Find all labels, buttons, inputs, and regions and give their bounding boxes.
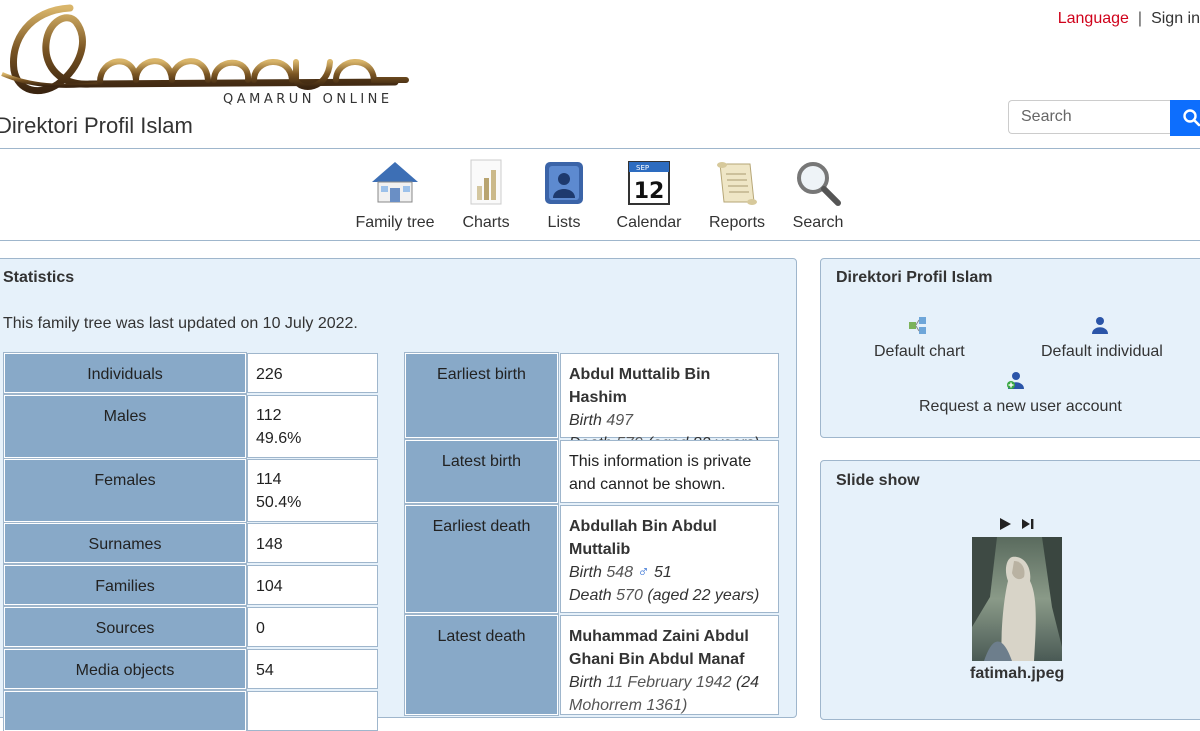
menu-label: Calendar	[616, 214, 682, 231]
last-updated-text: This family tree was last updated on 10 …	[3, 315, 358, 332]
person-link[interactable]: Muhammad Zaini Abdul	[569, 628, 749, 645]
age-at-event: 51	[653, 564, 672, 581]
private-text: This information is private	[569, 453, 752, 470]
stat-value-females: 114 50.4%	[247, 459, 378, 522]
stat-label-sources: Sources	[3, 606, 247, 648]
stat-value[interactable]: 0	[256, 620, 265, 637]
menu-label: Lists	[547, 214, 581, 231]
fact-label-earliest-death: Earliest death	[404, 504, 559, 614]
stat-label-overflow	[3, 690, 247, 731]
chart-small-icon[interactable]	[908, 316, 928, 341]
site-logo[interactable]: QAMARUN ONLINE	[0, 0, 420, 110]
play-icon[interactable]	[998, 517, 1012, 536]
stat-label-families: Families	[3, 564, 247, 606]
age-text: (24	[735, 674, 760, 691]
stat-percent: 50.4%	[256, 494, 302, 511]
slideshow-caption[interactable]: fatimah.jpeg	[970, 665, 1064, 683]
menu-label: Charts	[462, 214, 510, 231]
stat-value-individuals: 226	[247, 353, 378, 393]
menu-family-tree[interactable]: Family tree	[353, 158, 437, 232]
menu-charts[interactable]: Charts	[456, 158, 516, 232]
site-title[interactable]: Direktori Profil Islam	[0, 113, 193, 139]
stat-label-males: Males	[3, 394, 247, 459]
event-date[interactable]: 11 February 1942	[606, 674, 731, 691]
event-date[interactable]: 548	[606, 564, 633, 581]
male-icon: ♂	[637, 564, 650, 581]
magnifier-icon	[793, 158, 843, 208]
default-chart-link[interactable]: Default chart	[874, 343, 965, 361]
stat-value: 226	[256, 366, 283, 383]
fact-label-latest-death: Latest death	[404, 614, 559, 716]
event-label: Death	[569, 587, 612, 604]
event-label: Birth	[569, 412, 602, 429]
stat-value-males: 112 49.6%	[247, 395, 378, 458]
add-user-icon[interactable]	[1006, 370, 1026, 395]
default-individual-link[interactable]: Default individual	[1041, 343, 1163, 361]
lists-icon	[539, 158, 589, 208]
event-date[interactable]: 570	[616, 587, 643, 604]
logo-subtitle: QAMARUN ONLINE	[223, 92, 393, 107]
person-link[interactable]: Muttalib	[569, 541, 630, 558]
event-date[interactable]: 497	[606, 412, 633, 429]
menu-label: Search	[792, 214, 844, 231]
statistics-title: Statistics	[3, 269, 75, 286]
fact-label-latest-birth: Latest birth	[404, 439, 559, 504]
stat-value[interactable]: 54	[256, 662, 274, 679]
stat-value-families[interactable]: 104	[247, 565, 378, 605]
search-button[interactable]	[1170, 100, 1200, 136]
stat-value-surnames[interactable]: 148	[247, 523, 378, 563]
calendar-day: 12	[634, 179, 665, 204]
stat-value[interactable]: 104	[256, 578, 283, 595]
fact-earliest-death: Abdullah Bin Abdul Muttalib Birth 548 ♂ …	[560, 505, 779, 613]
fact-label-earliest-birth: Earliest birth	[404, 352, 559, 439]
fact-earliest-birth: Abdul Muttalib Bin Hashim Birth 497 Deat…	[560, 353, 779, 452]
private-text: and cannot be shown.	[569, 476, 726, 493]
site-panel-title: Direktori Profil Islam	[836, 269, 993, 286]
stat-value: 112	[256, 407, 282, 424]
header-links: Language | Sign in	[1058, 10, 1200, 28]
calendar-month: SEP	[636, 164, 649, 172]
person-link[interactable]: Ghani Bin Abdul Manaf	[569, 651, 744, 668]
stat-value-media[interactable]: 54	[247, 649, 378, 689]
chart-icon	[461, 158, 511, 208]
sign-in-link[interactable]: Sign in	[1151, 10, 1200, 27]
menu-label: Reports	[708, 214, 766, 231]
request-account-link[interactable]: Request a new user account	[919, 398, 1122, 416]
stat-value: 114	[256, 471, 282, 488]
header-divider	[0, 148, 1200, 149]
next-icon[interactable]	[1021, 517, 1035, 536]
stat-value-sources[interactable]: 0	[247, 607, 378, 647]
stat-label-media: Media objects	[3, 648, 247, 690]
person-icon[interactable]	[1090, 315, 1110, 340]
menu-search[interactable]: Search	[788, 158, 848, 232]
menu-divider	[0, 240, 1200, 241]
event-label: Birth	[569, 564, 602, 581]
event-label: Birth	[569, 674, 602, 691]
calendar-icon: SEP 12	[624, 158, 674, 208]
search-icon	[1183, 109, 1200, 127]
menu-label: Family tree	[355, 214, 435, 231]
language-menu[interactable]: Language	[1058, 10, 1129, 27]
stat-value-overflow	[247, 691, 378, 731]
person-link[interactable]: Abdul Muttalib Bin Hashim	[569, 366, 710, 406]
stat-label-females: Females	[3, 458, 247, 523]
fact-latest-death: Muhammad Zaini Abdul Ghani Bin Abdul Man…	[560, 615, 779, 715]
menu-calendar[interactable]: SEP 12 Calendar	[612, 158, 686, 232]
person-link[interactable]: Abdullah Bin Abdul	[569, 518, 717, 535]
stat-label-individuals: Individuals	[3, 352, 247, 394]
header-separator: |	[1137, 10, 1143, 27]
menu-reports[interactable]: Reports	[704, 158, 770, 232]
search-input[interactable]	[1008, 100, 1170, 134]
slideshow-title: Slide show	[836, 472, 920, 489]
stat-percent: 49.6%	[256, 430, 302, 447]
slideshow-image[interactable]	[972, 537, 1062, 661]
house-icon	[370, 158, 420, 208]
scroll-icon	[712, 158, 762, 208]
fact-latest-birth: This information is private and cannot b…	[560, 440, 779, 503]
menu-lists[interactable]: Lists	[534, 158, 594, 232]
stat-label-surnames: Surnames	[3, 522, 247, 564]
stat-value[interactable]: 148	[256, 536, 283, 553]
age-text: (aged 22 years)	[647, 587, 760, 604]
